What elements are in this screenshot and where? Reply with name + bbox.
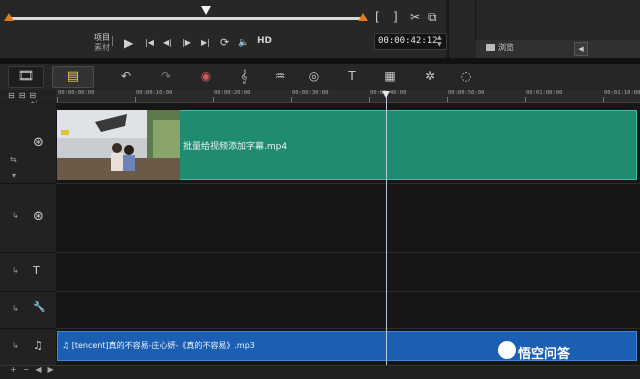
video-track-icon: ⊛ xyxy=(33,135,44,150)
thumbnail-image xyxy=(57,110,180,180)
undo-icon[interactable]: ↶ xyxy=(108,66,144,86)
video-clip-thumbnail xyxy=(57,110,180,180)
voice-track[interactable] xyxy=(56,292,640,329)
ruler-tick-label: 00:00:00:00 xyxy=(58,90,95,96)
record-capture-icon[interactable]: ◉ xyxy=(188,66,224,86)
motion-tracking-icon[interactable]: ◎ xyxy=(296,66,332,86)
title-track-header: ↳ T xyxy=(0,253,56,292)
volume-icon[interactable]: 🔈 xyxy=(238,38,249,48)
chevron-left-icon[interactable]: ◀ xyxy=(574,42,588,56)
track-lock-icon[interactable]: ↳ xyxy=(12,341,19,350)
previous-frame-icon[interactable]: ◀| xyxy=(163,38,172,47)
video-track-header: ⇆ ▾ ⊛ xyxy=(0,103,56,184)
ruler-tick-label: 00:00:50:00 xyxy=(448,90,485,96)
playhead-line[interactable] xyxy=(386,96,387,365)
overlay-track-header: ↳ ⊛ xyxy=(0,184,56,253)
music-track-header: ↳ ♫ xyxy=(0,329,56,366)
ruler-tick xyxy=(57,97,58,102)
track-lock-icon[interactable]: ↳ xyxy=(12,266,19,275)
track-lock-icon[interactable]: ↳ xyxy=(12,211,19,220)
subtitle-editor-icon[interactable]: T xyxy=(334,66,370,86)
play-icon[interactable]: ▶ xyxy=(124,36,133,50)
timeline-scrollbar[interactable] xyxy=(0,365,640,379)
ruler-tick xyxy=(135,97,136,102)
mark-out-button[interactable]: ] xyxy=(393,10,398,24)
watermark-logo xyxy=(498,341,516,359)
audio-clip-filename: ♫ [tencent]真的不容易-庄心妍-《真的不容易》.mp3 xyxy=(62,341,255,350)
auto-music-icon[interactable]: ♒ xyxy=(262,66,298,86)
overlay-track-icon: ⊛ xyxy=(33,209,44,224)
browse-button[interactable]: 浏览 xyxy=(486,42,514,53)
trim-end-marker[interactable] xyxy=(358,13,368,21)
ruler-tick xyxy=(447,97,448,102)
ruler-tick-label: 00:00:20:00 xyxy=(214,90,251,96)
ruler-tick xyxy=(213,97,214,102)
repeat-icon[interactable]: ⟳ xyxy=(220,36,229,49)
track-settings-icon[interactable]: ⇆ xyxy=(10,155,17,164)
mark-in-button[interactable]: [ xyxy=(375,10,380,24)
title-track-icon: T xyxy=(33,264,40,277)
ruler-tick xyxy=(369,97,370,102)
clip-mode-option[interactable]: 素材 xyxy=(94,42,110,53)
folder-icon xyxy=(486,44,495,51)
go-to-start-icon[interactable]: |◀ xyxy=(145,38,154,47)
library-divider xyxy=(475,0,476,40)
ruler-tick xyxy=(291,97,292,102)
playhead-handle[interactable] xyxy=(382,91,390,98)
title-track[interactable] xyxy=(56,253,640,292)
redo-icon[interactable]: ↷ xyxy=(148,66,184,86)
ruler-tick xyxy=(525,97,526,102)
timeline-view-icon[interactable]: ▤ xyxy=(52,66,94,88)
hd-preview-toggle[interactable]: HD xyxy=(257,36,272,46)
watermark-text: 悟空问答 xyxy=(518,347,571,362)
mode-indicator xyxy=(112,36,117,46)
track-lock-icon[interactable]: ↳ xyxy=(12,304,19,313)
multi-camera-icon[interactable]: ▦ xyxy=(372,66,408,86)
video-clip-filename: 批量给视频添加字幕.mp4 xyxy=(183,142,288,152)
overlay-track[interactable] xyxy=(56,184,640,253)
copy-icon[interactable]: ⧉ xyxy=(428,10,437,25)
music-track-icon: ♫ xyxy=(33,339,43,352)
scrub-bar[interactable] xyxy=(10,17,366,20)
ruler-tick-label: 00:01:00:00 xyxy=(526,90,563,96)
storyboard-view-icon[interactable]: 🎞 xyxy=(8,66,44,88)
ruler-tick-label: 00:00:30:00 xyxy=(292,90,329,96)
sound-mixer-icon[interactable]: 𝄞 xyxy=(226,66,262,86)
scissors-icon[interactable]: ✂ xyxy=(410,10,420,24)
next-frame-icon[interactable]: |▶ xyxy=(182,38,191,47)
timecode-stepper-icon[interactable]: ▲ ▼ xyxy=(437,34,442,48)
ruler-tick-label: 00:00:10:00 xyxy=(136,90,173,96)
smart-proxy-icon[interactable]: ✲ xyxy=(412,66,448,86)
go-to-end-icon[interactable]: ▶| xyxy=(201,38,210,47)
trim-start-marker[interactable] xyxy=(4,13,14,21)
scrub-handle[interactable] xyxy=(201,6,211,15)
ruler-tick-label: 00:01:10:00 xyxy=(604,90,640,96)
expand-arrow-icon[interactable]: ▾ xyxy=(12,171,16,180)
track-manager-icon[interactable]: ⊟⊟⊟ xyxy=(8,91,40,100)
browse-label: 浏览 xyxy=(498,43,514,52)
scroll-arrows-icon[interactable]: +−◀▶ xyxy=(10,365,60,374)
ruler-tick xyxy=(603,97,604,102)
voice-track-icon: 🔧 xyxy=(33,302,46,313)
voice-track-header: ↳ 🔧 xyxy=(0,292,56,329)
loop-icon[interactable]: ◌ xyxy=(448,66,484,86)
